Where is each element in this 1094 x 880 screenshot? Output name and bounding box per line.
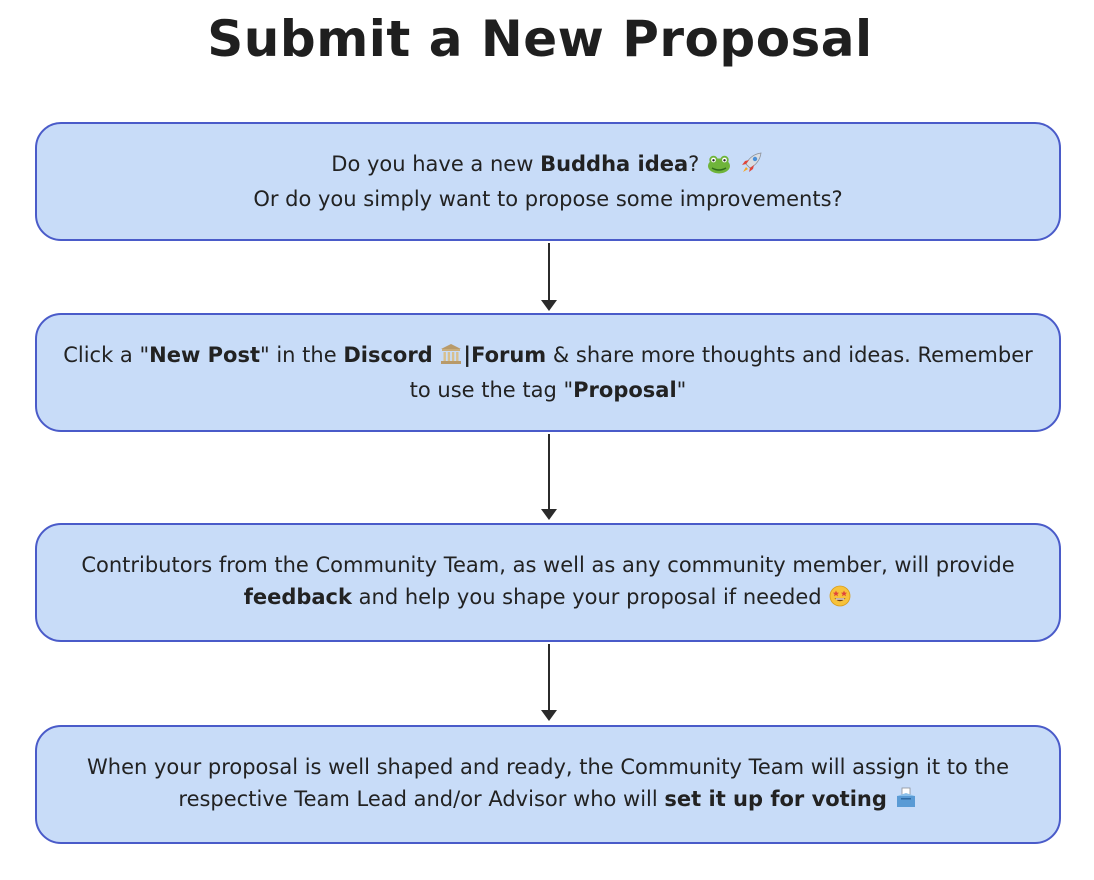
step-box-feedback: Contributors from the Community Team, as… [35,523,1061,642]
step-text: Click a "New Post" in the Discord |Forum… [63,339,1033,406]
arrow-head [541,710,557,721]
step-text-segment: Do you have a new [331,152,541,176]
step-text-segment: " in the [260,343,344,367]
step-text-segment: When your proposal is well shaped and re… [87,755,1009,779]
step-text-bold: set it up for voting [664,787,887,811]
step-box-voting: When your proposal is well shaped and re… [35,725,1061,844]
connector-arrow [548,434,550,510]
frog-icon [707,151,731,183]
step-box-new-post: Click a "New Post" in the Discord |Forum… [35,313,1061,432]
ballot-box-icon [895,786,917,818]
step-text-segment: and help you shape your proposal if need… [351,585,822,609]
step-text: Do you have a new Buddha idea? Or do you… [253,148,842,215]
step-text-bold: |Forum [463,343,547,367]
step-text-segment: Contributors from the Community Team, as… [81,553,1015,577]
step-text: Contributors from the Community Team, as… [81,549,1014,616]
step-text-segment: & share more thoughts and ideas. Remembe… [546,343,1033,367]
step-text-segment: Click a " [63,343,150,367]
arrow-head [541,509,557,520]
connector-arrow [548,644,550,711]
step-text-bold: New Post [149,343,261,367]
step-text-bold: feedback [243,585,352,609]
step-text-segment: respective Team Lead and/or Advisor who … [178,787,665,811]
page-title: Submit a New Proposal [207,10,873,68]
classical-building-icon [440,342,462,374]
step-text-bold: Discord [343,343,433,367]
arrow-head [541,300,557,311]
connector-arrow [548,243,550,301]
step-text-segment: " [676,378,687,402]
step-text: When your proposal is well shaped and re… [87,751,1009,818]
step-text-bold: Proposal [573,378,677,402]
step-text-segment: Or do you simply want to propose some im… [253,187,843,211]
step-box-idea: Do you have a new Buddha idea? Or do you… [35,122,1061,241]
step-text-bold: Buddha idea [540,152,689,176]
step-text-segment: to use the tag " [409,378,574,402]
star-struck-face-icon [829,584,851,616]
step-text-segment: ? [688,152,700,176]
rocket-icon [740,151,764,183]
